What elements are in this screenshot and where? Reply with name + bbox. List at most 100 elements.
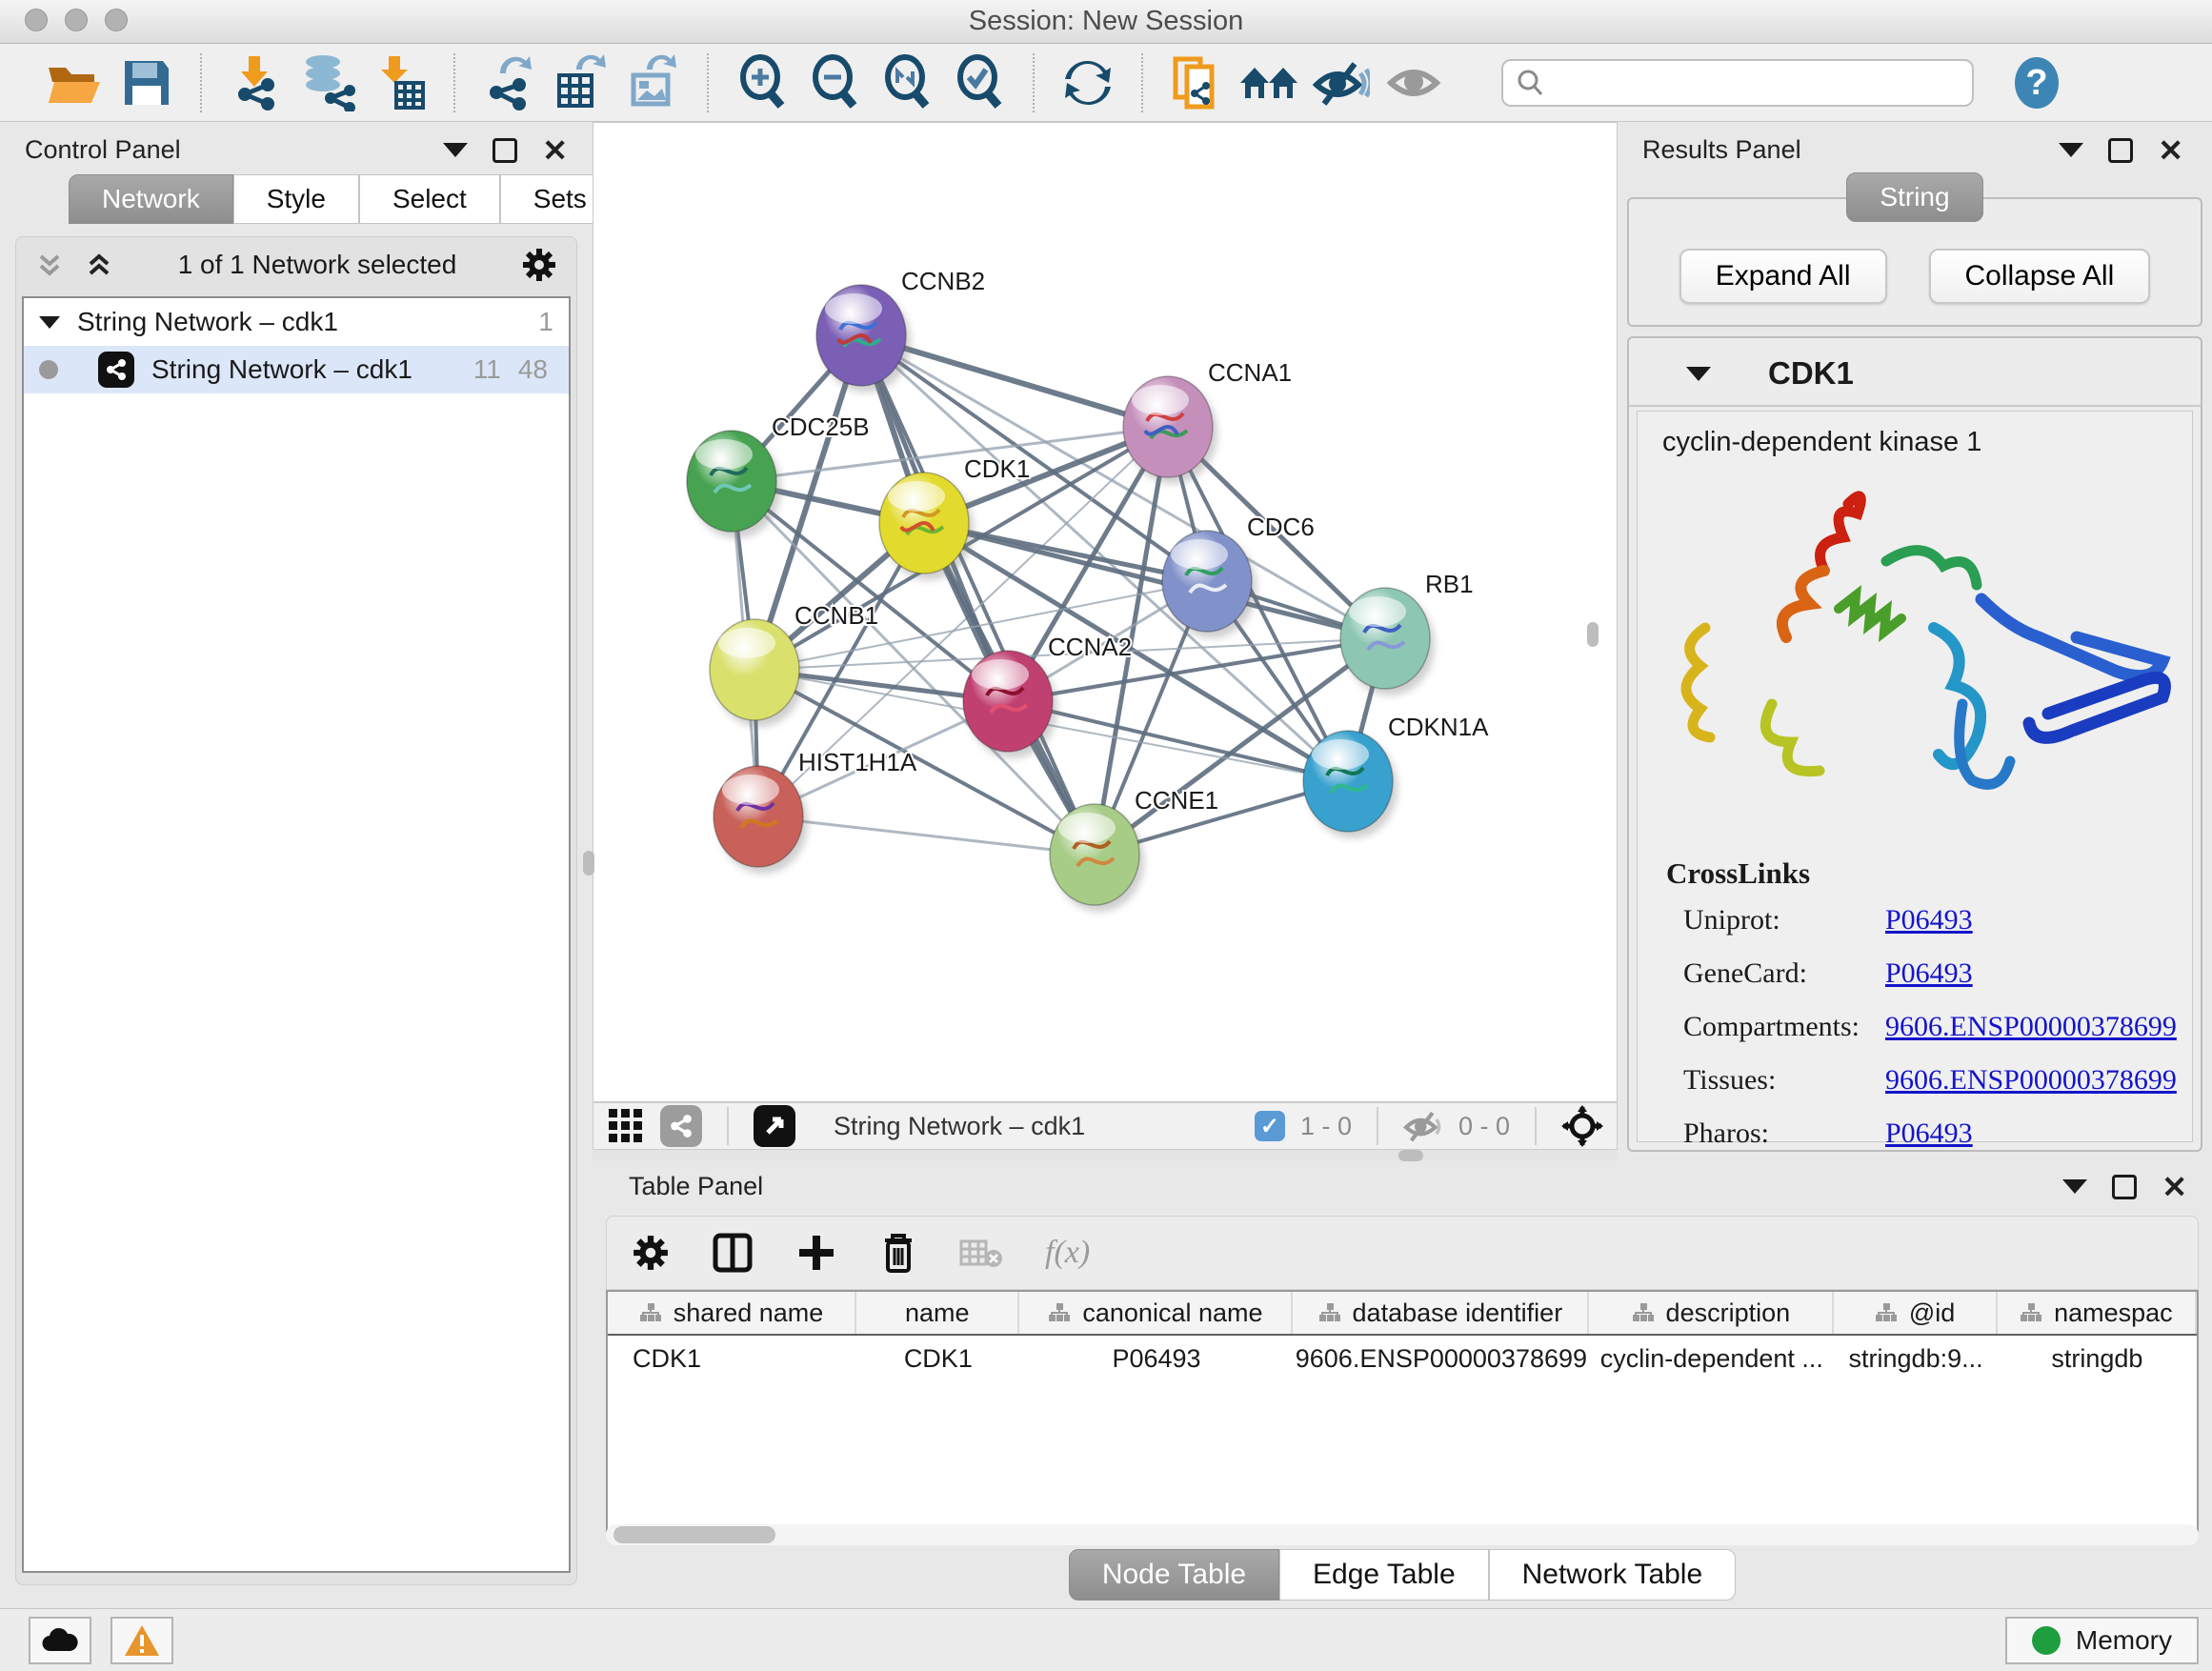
crosslink-link[interactable]: 9606.ENSP00000378699: [1885, 1064, 2177, 1097]
panel-close-icon[interactable]: ✕: [542, 138, 568, 163]
home-pages-button[interactable]: [1233, 51, 1305, 114]
delete-column-trash-icon[interactable]: [879, 1231, 917, 1275]
crosslink-link[interactable]: P06493: [1885, 904, 1973, 936]
zoom-selected-button[interactable]: [943, 51, 1016, 114]
table-cell[interactable]: CDK1: [856, 1336, 1019, 1381]
edge-CDK1-RB1[interactable]: [924, 523, 1385, 638]
gear-icon[interactable]: [521, 247, 557, 283]
network-graph[interactable]: CCNB2CCNA1CDC25BCDK1CDC6RB1CCNB1CCNA2CDK…: [593, 123, 1617, 1101]
column-header--id[interactable]: @id: [1834, 1292, 1997, 1334]
node-CDC6[interactable]: CDC6: [1162, 513, 1315, 638]
help-button[interactable]: ?: [2001, 51, 2073, 114]
network-collection-row[interactable]: String Network – cdk1 1: [24, 298, 569, 346]
panel-menu-icon[interactable]: [2059, 143, 2083, 157]
collection-expand-icon[interactable]: [39, 316, 60, 329]
splitter-handle-right[interactable]: [1587, 622, 1599, 647]
add-column-icon[interactable]: [795, 1232, 837, 1274]
zoom-in-button[interactable]: [726, 51, 798, 114]
table-cell[interactable]: stringdb:9...: [1834, 1336, 1997, 1381]
collapse-all-button[interactable]: Collapse All: [1929, 249, 2151, 304]
table-cell[interactable]: cyclin-dependent ...: [1589, 1336, 1834, 1381]
column-header-description[interactable]: description: [1589, 1292, 1834, 1334]
zoom-out-button[interactable]: [798, 51, 871, 114]
panel-menu-icon[interactable]: [2062, 1179, 2087, 1194]
edge-CCNB2-CCNE1[interactable]: [861, 335, 1095, 855]
cloud-status-button[interactable]: [29, 1617, 91, 1664]
column-header-database-identifier[interactable]: database identifier: [1293, 1292, 1589, 1334]
crosslink-link[interactable]: 9606.ENSP00000378699: [1885, 1011, 2177, 1043]
tab-select[interactable]: Select: [359, 174, 500, 224]
table-gear-icon[interactable]: [632, 1234, 670, 1272]
panel-float-icon[interactable]: [493, 138, 517, 163]
tab-network-table[interactable]: Network Table: [1489, 1549, 1737, 1601]
tab-node-table[interactable]: Node Table: [1069, 1549, 1279, 1601]
network-canvas[interactable]: CCNB2CCNA1CDC25BCDK1CDC6RB1CCNB1CCNA2CDK…: [593, 122, 1618, 1102]
open-session-button[interactable]: [38, 51, 111, 114]
minimize-window-button[interactable]: [65, 9, 88, 31]
column-header-namespac[interactable]: namespac: [1998, 1292, 2197, 1334]
tab-string[interactable]: String: [1846, 172, 1982, 222]
panel-close-icon[interactable]: ✕: [2162, 1175, 2187, 1199]
scrollbar-thumb[interactable]: [613, 1526, 775, 1543]
table-cell[interactable]: CDK1: [608, 1336, 856, 1381]
import-network-button[interactable]: [219, 51, 292, 114]
zoom-fit-button[interactable]: [871, 51, 943, 114]
panel-float-icon[interactable]: [2108, 138, 2133, 163]
pan-crosshair-icon[interactable]: [1561, 1105, 1603, 1147]
gene-collapse-icon[interactable]: [1686, 367, 1711, 381]
crosslink-link[interactable]: P06493: [1885, 1117, 1973, 1150]
node-CDK1[interactable]: CDK1: [879, 454, 1030, 580]
node-table[interactable]: shared namenamecanonical namedatabase id…: [606, 1290, 2199, 1532]
column-header-name[interactable]: name: [856, 1292, 1019, 1334]
export-network-button[interactable]: [473, 51, 545, 114]
hidden-eye-slash-icon[interactable]: [1403, 1109, 1443, 1143]
memory-button[interactable]: Memory: [2005, 1617, 2199, 1664]
edge-CCNA2-CDKN1A[interactable]: [1008, 701, 1348, 781]
edge-HIST1H1A-CCNE1[interactable]: [758, 816, 1095, 855]
refresh-layout-button[interactable]: [1052, 51, 1124, 114]
panel-close-icon[interactable]: ✕: [2158, 138, 2183, 163]
crosslink-link[interactable]: P06493: [1885, 957, 1973, 990]
close-window-button[interactable]: [25, 9, 48, 31]
node-CCNA1[interactable]: CCNA1: [1123, 358, 1292, 484]
panel-menu-icon[interactable]: [443, 143, 468, 157]
splitter-handle-left[interactable]: [583, 851, 594, 876]
export-image-button[interactable]: [617, 51, 690, 114]
network-share-icon[interactable]: [660, 1105, 702, 1147]
collapse-all-icon[interactable]: [35, 251, 64, 279]
splitter-handle-horizontal[interactable]: [1398, 1150, 1423, 1161]
expand-all-icon[interactable]: [85, 251, 113, 279]
node-RB1[interactable]: RB1: [1340, 570, 1474, 695]
table-horizontal-scrollbar[interactable]: [606, 1524, 2199, 1545]
selected-indicator-checkbox[interactable]: ✓: [1255, 1111, 1285, 1141]
first-neighbors-button[interactable]: [1160, 51, 1233, 114]
grid-view-icon[interactable]: [607, 1107, 645, 1145]
network-row[interactable]: String Network – cdk1 11 48: [24, 346, 569, 393]
import-table-button[interactable]: [364, 51, 436, 114]
search-input[interactable]: [1555, 68, 1955, 97]
column-header-canonical-name[interactable]: canonical name: [1019, 1292, 1293, 1334]
column-header-shared-name[interactable]: shared name: [608, 1292, 856, 1334]
warnings-button[interactable]: [111, 1617, 173, 1664]
traffic-lights[interactable]: [25, 9, 128, 31]
tab-edge-table[interactable]: Edge Table: [1279, 1549, 1489, 1601]
expand-all-button[interactable]: Expand All: [1679, 249, 1887, 304]
save-session-button[interactable]: [111, 51, 183, 114]
select-columns-icon[interactable]: [712, 1232, 754, 1274]
panel-float-icon[interactable]: [2112, 1175, 2137, 1199]
table-cell[interactable]: stringdb: [1998, 1336, 2197, 1381]
toolbar-search-field[interactable]: [1501, 59, 1974, 107]
show-all-button[interactable]: [1377, 51, 1450, 114]
hide-selected-button[interactable]: [1305, 51, 1377, 114]
node-CCNB2[interactable]: CCNB2: [816, 267, 985, 393]
node-CDKN1A[interactable]: CDKN1A: [1303, 713, 1489, 838]
node-HIST1H1A[interactable]: HIST1H1A: [714, 748, 917, 874]
tab-network[interactable]: Network: [69, 174, 233, 224]
table-row[interactable]: CDK1CDK1P064939606.ENSP00000378699cyclin…: [608, 1336, 2197, 1381]
import-network-from-database-button[interactable]: [292, 51, 364, 114]
birds-eye-toggle-icon[interactable]: [754, 1105, 795, 1147]
table-cell[interactable]: P06493: [1020, 1336, 1294, 1381]
node-CCNE1[interactable]: CCNE1: [1050, 786, 1218, 912]
table-cell[interactable]: 9606.ENSP00000378699: [1293, 1336, 1589, 1381]
tab-style[interactable]: Style: [233, 174, 359, 224]
